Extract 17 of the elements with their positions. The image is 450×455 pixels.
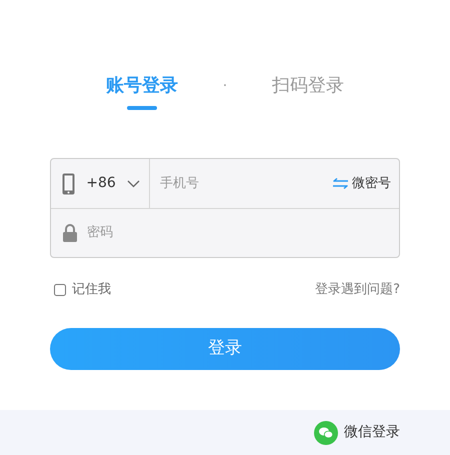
wechat-login-button[interactable]: 微信登录: [314, 420, 400, 444]
caret-icon: [127, 180, 140, 188]
phone-icon: [62, 172, 75, 194]
login-button[interactable]: 登录: [50, 328, 400, 370]
phone-field[interactable]: 手机号: [150, 174, 332, 194]
tab[interactable]: 扫码登录: [263, 70, 353, 112]
remember-checkbox[interactable]: [54, 284, 66, 296]
wechat-icon: [314, 420, 338, 444]
separator-dot: ·: [222, 77, 228, 96]
tab[interactable]: 账号登录: [97, 70, 187, 112]
password-field[interactable]: 密码: [77, 223, 399, 243]
swap-icon: [332, 178, 349, 189]
help-link[interactable]: 登录遇到问题?: [315, 280, 400, 300]
lock-icon: [63, 224, 77, 242]
remember-label: 记住我: [72, 281, 111, 300]
switch-link[interactable]: 微密号: [332, 174, 399, 194]
country-code-select[interactable]: +86: [51, 159, 150, 208]
